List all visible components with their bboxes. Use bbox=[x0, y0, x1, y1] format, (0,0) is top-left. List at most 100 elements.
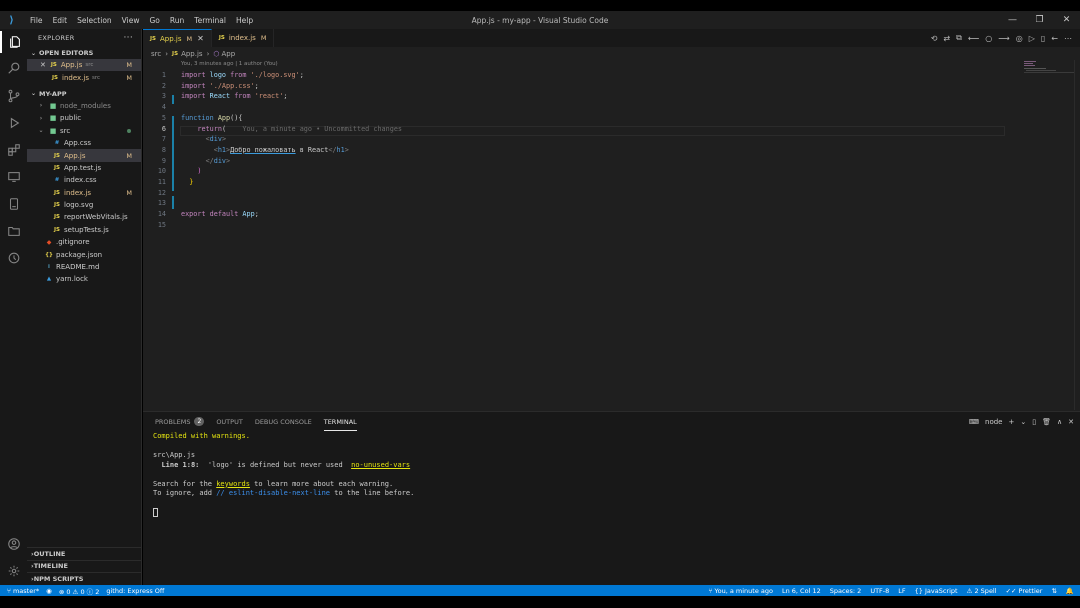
project-section[interactable]: ⌄ MY-APP bbox=[27, 88, 141, 100]
indentation-status[interactable]: Spaces: 2 bbox=[830, 587, 862, 595]
modified-badge: M bbox=[186, 34, 193, 43]
tree-item-app-css[interactable]: # App.css bbox=[27, 137, 141, 149]
open-editor-index-js[interactable]: JS index.js src M bbox=[27, 71, 141, 83]
explorer-icon[interactable] bbox=[0, 31, 27, 53]
npm-scripts-section[interactable]: › NPM SCRIPTS bbox=[27, 572, 142, 585]
tree-item-logo-svg[interactable]: JS logo.svg bbox=[27, 199, 141, 211]
minimap[interactable] bbox=[1022, 60, 1074, 74]
tree-item-public[interactable]: › ■ public bbox=[27, 112, 141, 124]
breadcrumb-folder[interactable]: src bbox=[151, 50, 161, 58]
trash-icon[interactable]: 🗑 bbox=[1042, 418, 1051, 426]
preview-icon[interactable]: ▷ bbox=[1029, 34, 1035, 43]
search-icon[interactable] bbox=[0, 57, 27, 79]
blame-icon[interactable]: ◎ bbox=[1016, 34, 1023, 43]
blame-codelens[interactable]: You, 3 minutes ago | 1 author (You) bbox=[143, 60, 1080, 69]
back-icon[interactable]: ← bbox=[1051, 34, 1058, 43]
testing-icon[interactable] bbox=[0, 193, 27, 215]
circle-icon[interactable]: ○ bbox=[985, 34, 992, 43]
githd-status[interactable]: githd: Express Off bbox=[106, 587, 164, 595]
tree-item-setup-tests[interactable]: JS setupTests.js bbox=[27, 224, 141, 236]
chevron-down-icon[interactable]: ⌄ bbox=[1020, 418, 1026, 426]
extensions-icon[interactable] bbox=[0, 139, 27, 161]
terminal-line: Compiled with warnings. bbox=[153, 432, 250, 440]
close-tab-icon[interactable]: ✕ bbox=[197, 34, 204, 43]
outline-section[interactable]: › OUTLINE bbox=[27, 547, 142, 560]
tab-index-js[interactable]: JS index.js M bbox=[212, 29, 275, 47]
maximize-panel-icon[interactable]: ∧ bbox=[1057, 418, 1062, 426]
tree-item-src[interactable]: ⌄ ■ src bbox=[27, 125, 141, 137]
terminal-output[interactable]: Compiled with warnings. src\App.js Line … bbox=[143, 431, 1080, 586]
live-share-icon[interactable]: ⇅ bbox=[1051, 587, 1056, 595]
tree-item-index-js[interactable]: JS index.js M bbox=[27, 187, 141, 199]
code-editor[interactable]: src › JS App.js › ⬡ App You, 3 minutes a… bbox=[143, 47, 1080, 411]
next-change-icon[interactable]: ⟶ bbox=[998, 34, 1009, 43]
run-debug-icon[interactable] bbox=[0, 112, 27, 134]
problems-status[interactable]: ⊗ 0 ⚠ 0 ⓘ 2 bbox=[59, 586, 100, 596]
language-mode[interactable]: {} JavaScript bbox=[915, 587, 958, 595]
tree-item-package-json[interactable]: {} package.json bbox=[27, 248, 141, 260]
breadcrumb-file[interactable]: App.js bbox=[181, 50, 203, 58]
tab-label: App.js bbox=[160, 34, 182, 43]
account-icon[interactable] bbox=[0, 533, 27, 555]
tree-item-index-css[interactable]: # index.css bbox=[27, 174, 141, 186]
menu-help[interactable]: Help bbox=[231, 16, 258, 25]
split-terminal-icon[interactable]: ▯ bbox=[1032, 418, 1036, 426]
gutter-change-marker bbox=[172, 95, 174, 104]
menu-file[interactable]: File bbox=[25, 16, 48, 25]
tab-output[interactable]: OUTPUT bbox=[216, 412, 243, 431]
keywords-link[interactable]: keywords bbox=[216, 480, 250, 488]
tree-item-node-modules[interactable]: › ■ node_modules bbox=[27, 100, 141, 112]
folder-manager-icon[interactable] bbox=[0, 220, 27, 242]
more-actions-icon[interactable]: ··· bbox=[124, 33, 133, 43]
settings-gear-icon[interactable] bbox=[0, 560, 27, 582]
tab-app-js[interactable]: JS App.js M ✕ bbox=[143, 29, 212, 47]
tab-problems[interactable]: PROBLEMS 2 bbox=[155, 412, 205, 431]
tree-item-app-test-js[interactable]: JS App.test.js bbox=[27, 162, 141, 174]
git-compare-icon[interactable]: ⇄ bbox=[943, 34, 950, 43]
open-editor-app-js[interactable]: ✕ JS App.js src M bbox=[27, 59, 141, 72]
open-changes-icon[interactable]: ⧉ bbox=[956, 33, 962, 43]
close-panel-icon[interactable]: ✕ bbox=[1068, 418, 1074, 426]
terminal-name[interactable]: node bbox=[985, 418, 1002, 426]
blame-status[interactable]: ⑂ You, a minute ago bbox=[709, 587, 773, 595]
tree-item-gitignore[interactable]: ◆ .gitignore bbox=[27, 236, 141, 248]
remote-explorer-icon[interactable] bbox=[0, 166, 27, 188]
eol-status[interactable]: LF bbox=[898, 587, 905, 595]
tree-item-yarn-lock[interactable]: ▲ yarn.lock bbox=[27, 273, 141, 285]
menu-edit[interactable]: Edit bbox=[48, 16, 73, 25]
warning-rule[interactable]: no-unused-vars bbox=[351, 461, 410, 469]
source-control-icon[interactable] bbox=[0, 85, 27, 107]
previous-change-icon[interactable]: ⟵ bbox=[968, 34, 979, 43]
menu-terminal[interactable]: Terminal bbox=[189, 16, 231, 25]
breadcrumb-symbol[interactable]: App bbox=[222, 50, 236, 58]
spell-status[interactable]: ⚠ 2 Spell bbox=[967, 587, 997, 595]
scrollbar[interactable] bbox=[1074, 60, 1080, 410]
tree-item-app-js[interactable]: JS App.js M bbox=[27, 149, 141, 162]
cursor-position[interactable]: Ln 6, Col 12 bbox=[782, 587, 821, 595]
tab-debug-console[interactable]: DEBUG CONSOLE bbox=[255, 412, 312, 431]
menu-selection[interactable]: Selection bbox=[72, 16, 117, 25]
tab-terminal[interactable]: TERMINAL bbox=[323, 412, 357, 431]
menu-view[interactable]: View bbox=[117, 16, 145, 25]
more-actions-icon[interactable]: ⋯ bbox=[1064, 34, 1072, 43]
branch-status[interactable]: ⑂ master* bbox=[7, 587, 39, 595]
close-window-button[interactable]: ✕ bbox=[1053, 11, 1080, 29]
open-editors-section[interactable]: ⌄ OPEN EDITORS bbox=[27, 47, 141, 59]
tree-item-report-web-vitals[interactable]: JS reportWebVitals.js bbox=[27, 211, 141, 223]
history-icon[interactable]: ⟲ bbox=[931, 34, 938, 43]
code-line-7: <div> bbox=[205, 135, 227, 144]
close-icon[interactable]: ✕ bbox=[40, 61, 46, 69]
restore-button[interactable]: ❐ bbox=[1026, 11, 1053, 29]
tree-item-readme[interactable]: i README.md bbox=[27, 261, 141, 273]
new-terminal-icon[interactable]: + bbox=[1009, 418, 1015, 426]
split-editor-icon[interactable]: ▯ bbox=[1041, 34, 1045, 43]
prettier-status[interactable]: ✓✓ Prettier bbox=[1006, 587, 1043, 595]
timeline-icon[interactable] bbox=[0, 247, 27, 269]
menu-run[interactable]: Run bbox=[165, 16, 189, 25]
notifications-bell-icon[interactable]: 🔔 bbox=[1066, 587, 1074, 595]
timeline-section[interactable]: › TIMELINE bbox=[27, 559, 142, 573]
minimize-button[interactable]: — bbox=[999, 11, 1026, 29]
menu-go[interactable]: Go bbox=[144, 16, 164, 25]
encoding-status[interactable]: UTF-8 bbox=[870, 587, 889, 595]
sync-icon[interactable]: ◉ bbox=[46, 587, 52, 595]
